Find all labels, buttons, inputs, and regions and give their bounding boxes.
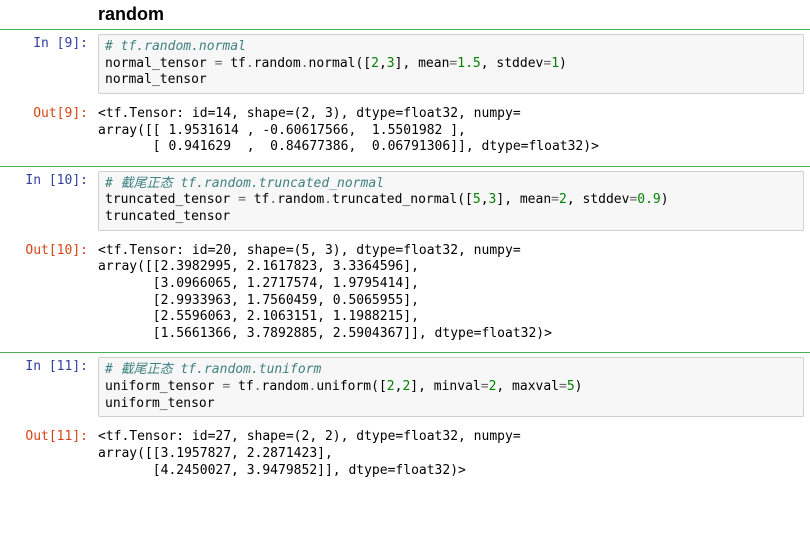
code-cell: In [10]: # 截尾正态 tf.random.truncated_norm…	[0, 166, 810, 353]
code-editor[interactable]: # tf.random.normal normal_tensor = tf.ra…	[98, 34, 804, 94]
input-area[interactable]: # 截尾正态 tf.random.truncated_normal trunca…	[94, 167, 810, 237]
code-cell: In [11]: # 截尾正态 tf.random.tuniform unifo…	[0, 352, 810, 489]
input-prompt: In [11]:	[0, 353, 94, 423]
input-area[interactable]: # 截尾正态 tf.random.tuniform uniform_tensor…	[94, 353, 810, 423]
output-area: <tf.Tensor: id=14, shape=(2, 3), dtype=f…	[94, 100, 810, 166]
output-row: Out[9]: <tf.Tensor: id=14, shape=(2, 3),…	[0, 100, 810, 166]
input-row: In [9]: # tf.random.normal normal_tensor…	[0, 30, 810, 100]
output-text: <tf.Tensor: id=27, shape=(2, 2), dtype=f…	[98, 427, 804, 483]
output-area: <tf.Tensor: id=20, shape=(5, 3), dtype=f…	[94, 237, 810, 353]
output-prompt: Out[9]:	[0, 100, 94, 166]
output-prompt: Out[11]:	[0, 423, 94, 489]
notebook: random In [9]: # tf.random.normal normal…	[0, 0, 810, 489]
input-prompt: In [10]:	[0, 167, 94, 237]
output-row: Out[11]: <tf.Tensor: id=27, shape=(2, 2)…	[0, 423, 810, 489]
input-area[interactable]: # tf.random.normal normal_tensor = tf.ra…	[94, 30, 810, 100]
input-row: In [11]: # 截尾正态 tf.random.tuniform unifo…	[0, 353, 810, 423]
code-comment: # tf.random.normal	[105, 39, 246, 54]
input-prompt: In [9]:	[0, 30, 94, 100]
markdown-cell: random	[0, 0, 810, 29]
section-title: random	[98, 4, 810, 25]
code-editor[interactable]: # 截尾正态 tf.random.truncated_normal trunca…	[98, 171, 804, 231]
output-row: Out[10]: <tf.Tensor: id=20, shape=(5, 3)…	[0, 237, 810, 353]
output-prompt: Out[10]:	[0, 237, 94, 353]
code-content: # tf.random.normal normal_tensor = tf.ra…	[105, 39, 797, 89]
code-content: # 截尾正态 tf.random.truncated_normal trunca…	[105, 176, 797, 226]
output-text: <tf.Tensor: id=20, shape=(5, 3), dtype=f…	[98, 241, 804, 347]
code-editor[interactable]: # 截尾正态 tf.random.tuniform uniform_tensor…	[98, 357, 804, 417]
output-text: <tf.Tensor: id=14, shape=(2, 3), dtype=f…	[98, 104, 804, 160]
code-cell: In [9]: # tf.random.normal normal_tensor…	[0, 29, 810, 166]
input-row: In [10]: # 截尾正态 tf.random.truncated_norm…	[0, 167, 810, 237]
code-content: # 截尾正态 tf.random.tuniform uniform_tensor…	[105, 362, 797, 412]
output-area: <tf.Tensor: id=27, shape=(2, 2), dtype=f…	[94, 423, 810, 489]
code-comment: # 截尾正态 tf.random.tuniform	[105, 362, 321, 377]
code-comment: # 截尾正态 tf.random.truncated_normal	[105, 176, 384, 191]
